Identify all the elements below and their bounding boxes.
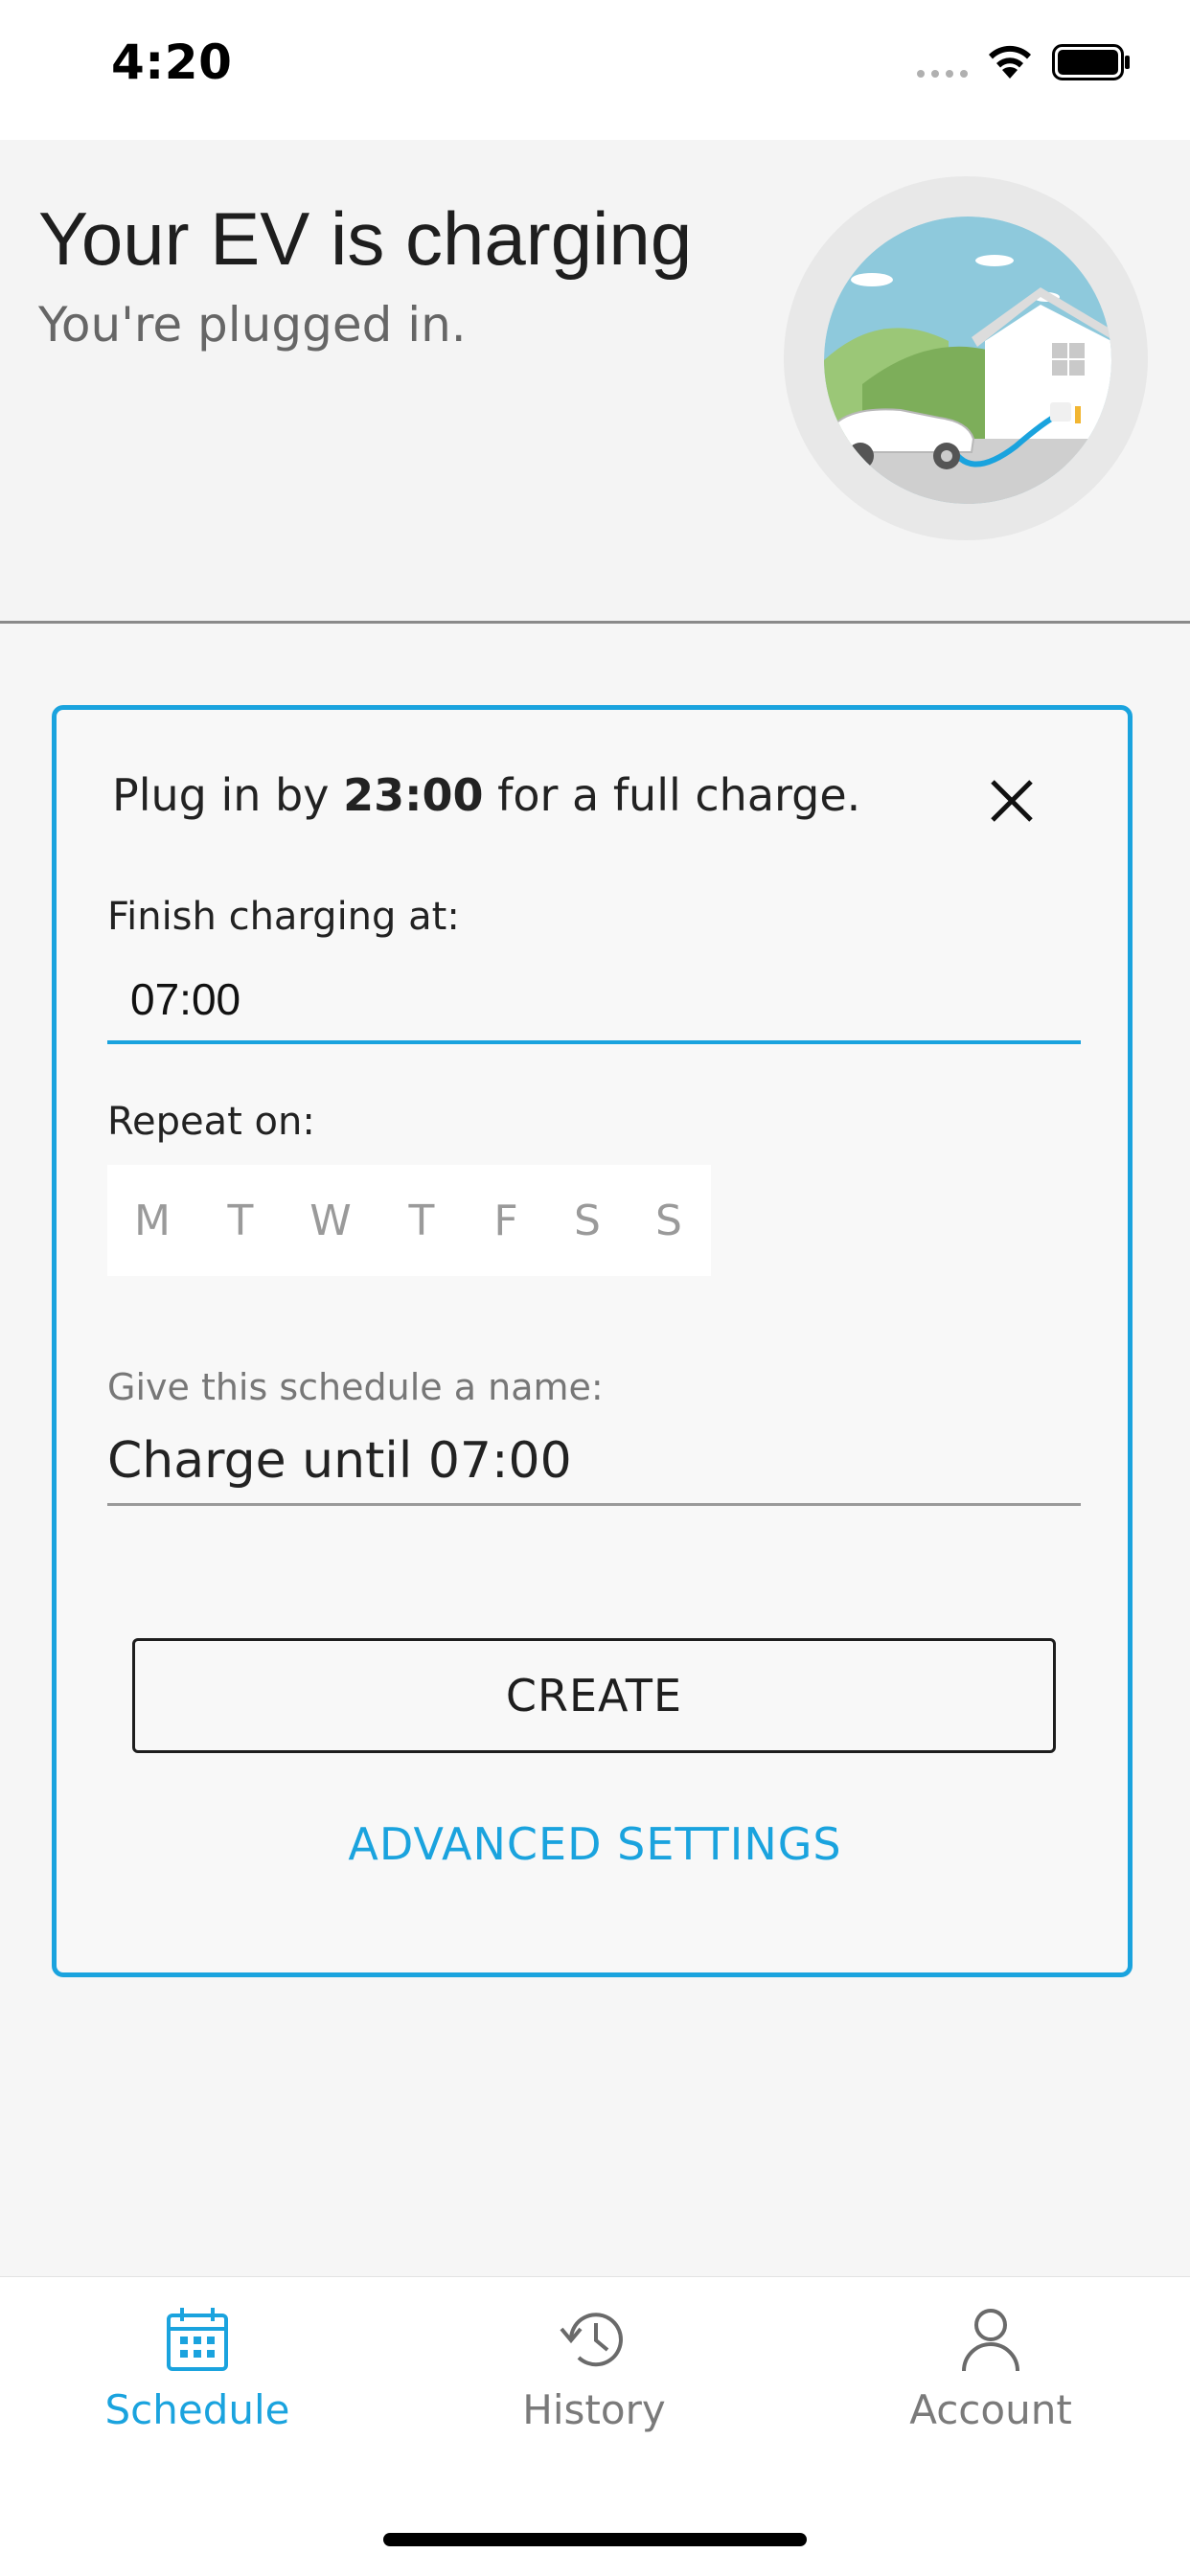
history-icon	[560, 2313, 623, 2367]
repeat-day-selector: M T W T F S S	[107, 1165, 711, 1276]
plug-hint-prefix: Plug in by	[112, 769, 344, 821]
schedule-name-label: Give this schedule a name:	[107, 1366, 604, 1408]
tab-history-label: History	[522, 2386, 666, 2433]
day-toggle-tuesday[interactable]: T	[197, 1197, 284, 1245]
schedule-name-input[interactable]	[107, 1418, 1081, 1506]
status-bar: 4:20	[0, 0, 1190, 140]
plug-status-subtitle: You're plugged in.	[38, 297, 467, 353]
tab-schedule[interactable]: Schedule	[54, 2300, 341, 2444]
day-toggle-monday[interactable]: M	[107, 1197, 197, 1245]
close-icon[interactable]	[983, 772, 1041, 830]
plug-by-time: 23:00	[343, 769, 484, 821]
calendar-icon	[167, 2308, 228, 2371]
signal-dots-icon	[917, 70, 968, 78]
finish-charging-label: Finish charging at:	[107, 895, 460, 939]
repeat-on-label: Repeat on:	[107, 1100, 315, 1144]
wifi-icon	[989, 45, 1031, 79]
battery-icon	[1052, 44, 1130, 80]
create-button[interactable]: CREATE	[132, 1638, 1056, 1753]
page-title: Your EV is charging	[38, 196, 693, 281]
home-indicator[interactable]	[383, 2533, 807, 2546]
charging-status-header: Your EV is charging You're plugged in.	[0, 140, 1190, 623]
user-icon	[962, 2309, 1019, 2372]
tab-account-label: Account	[909, 2386, 1072, 2433]
status-time: 4:20	[111, 34, 233, 90]
day-toggle-sunday[interactable]: S	[629, 1197, 709, 1245]
plug-in-hint: Plug in by 23:00 for a full charge.	[112, 769, 860, 821]
day-toggle-friday[interactable]: F	[466, 1197, 546, 1245]
ev-charging-at-home-illustration	[824, 217, 1111, 504]
advanced-settings-link[interactable]: ADVANCED SETTINGS	[0, 1818, 1190, 1870]
tab-history[interactable]: History	[450, 2300, 738, 2444]
plug-hint-suffix: for a full charge.	[483, 769, 861, 821]
tab-account[interactable]: Account	[847, 2300, 1134, 2444]
header-divider	[0, 621, 1190, 624]
tab-schedule-label: Schedule	[104, 2386, 290, 2433]
day-toggle-thursday[interactable]: T	[378, 1197, 466, 1245]
day-toggle-wednesday[interactable]: W	[284, 1197, 378, 1245]
finish-time-input[interactable]	[107, 958, 1081, 1044]
day-toggle-saturday[interactable]: S	[546, 1197, 629, 1245]
bottom-nav: Schedule History Account	[0, 2276, 1190, 2576]
